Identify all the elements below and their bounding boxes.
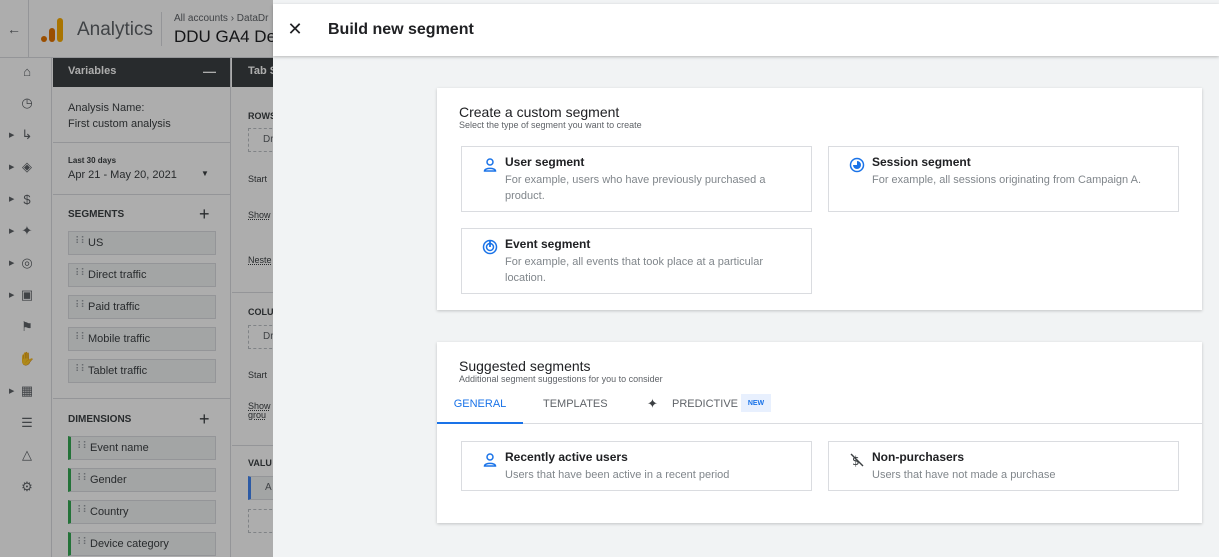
event-icon [482,239,498,255]
custom-segment-card: Create a custom segment Select the type … [437,88,1202,310]
no-purchase-icon: $ [850,453,864,468]
tab-label: PREDICTIVE [672,398,739,410]
session-icon [849,157,865,173]
person-icon [483,158,497,172]
option-title: Non-purchasers [872,450,965,464]
magic-wand-icon: ✦ [647,396,658,411]
recently-active-users-option[interactable]: Recently active users Users that have be… [461,441,812,491]
suggested-segments-subtitle: Additional segment suggestions for you t… [459,374,663,384]
custom-segment-title: Create a custom segment [459,104,620,120]
suggested-segments-card: Suggested segments Additional segment su… [437,342,1202,523]
new-badge: NEW [741,394,771,412]
custom-segment-subtitle: Select the type of segment you want to c… [459,120,642,130]
dialog-title: Build new segment [328,21,474,38]
tab-label: TEMPLATES [543,398,608,410]
event-segment-option[interactable]: Event segment For example, all events th… [461,228,812,294]
option-description: For example, all sessions originating fr… [872,174,1142,186]
option-title: Event segment [505,237,591,251]
tab-templates[interactable]: TEMPLATES [543,398,608,424]
option-description: For example, all events that took place … [505,256,764,284]
tab-general[interactable]: GENERAL [437,398,523,424]
option-title: Session segment [872,155,971,169]
dialog-header: ✕ Build new segment [273,4,1219,56]
close-icon[interactable]: ✕ [285,19,305,39]
option-description: Users that have not made a purchase [872,469,1056,481]
tab-label: GENERAL [453,398,507,410]
user-segment-option[interactable]: User segment For example, users who have… [461,146,812,212]
option-description: For example, users who have previously p… [505,174,766,202]
option-title: Recently active users [505,450,628,464]
option-title: User segment [505,155,585,169]
suggested-tabs: GENERAL TEMPLATES ✦ PREDICTIVE NEW [437,394,1202,424]
person-icon [483,453,497,467]
session-segment-option[interactable]: Session segment For example, all session… [828,146,1179,212]
option-description: Users that have been active in a recent … [505,469,730,481]
build-segment-dialog: ✕ Build new segment Create a custom segm… [273,0,1219,557]
suggested-segments-title: Suggested segments [459,358,591,374]
non-purchasers-option[interactable]: $ Non-purchasers Users that have not mad… [828,441,1179,491]
